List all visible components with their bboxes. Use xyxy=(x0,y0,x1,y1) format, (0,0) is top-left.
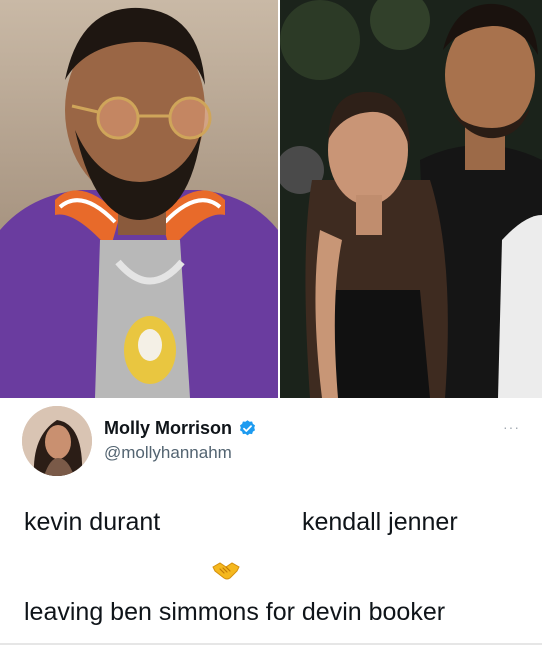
author-row: Molly Morrison xyxy=(104,418,257,439)
handshake-icon xyxy=(211,558,241,582)
right-photo xyxy=(280,0,542,398)
tweet-text-right: kendall jenner xyxy=(302,508,458,536)
tweet-caption: leaving ben simmons for devin booker xyxy=(24,598,446,626)
verified-badge-icon xyxy=(238,419,257,438)
tweet-text-left: kevin durant xyxy=(24,508,161,536)
tweet-card: Molly Morrison @mollyhannahm ··· kevin d… xyxy=(0,398,542,645)
display-name[interactable]: Molly Morrison xyxy=(104,418,232,439)
left-photo xyxy=(0,0,278,398)
meme-photos xyxy=(0,0,542,398)
handle[interactable]: @mollyhannahm xyxy=(104,443,232,463)
avatar[interactable] xyxy=(22,406,92,476)
more-options-icon[interactable]: ··· xyxy=(503,420,520,434)
